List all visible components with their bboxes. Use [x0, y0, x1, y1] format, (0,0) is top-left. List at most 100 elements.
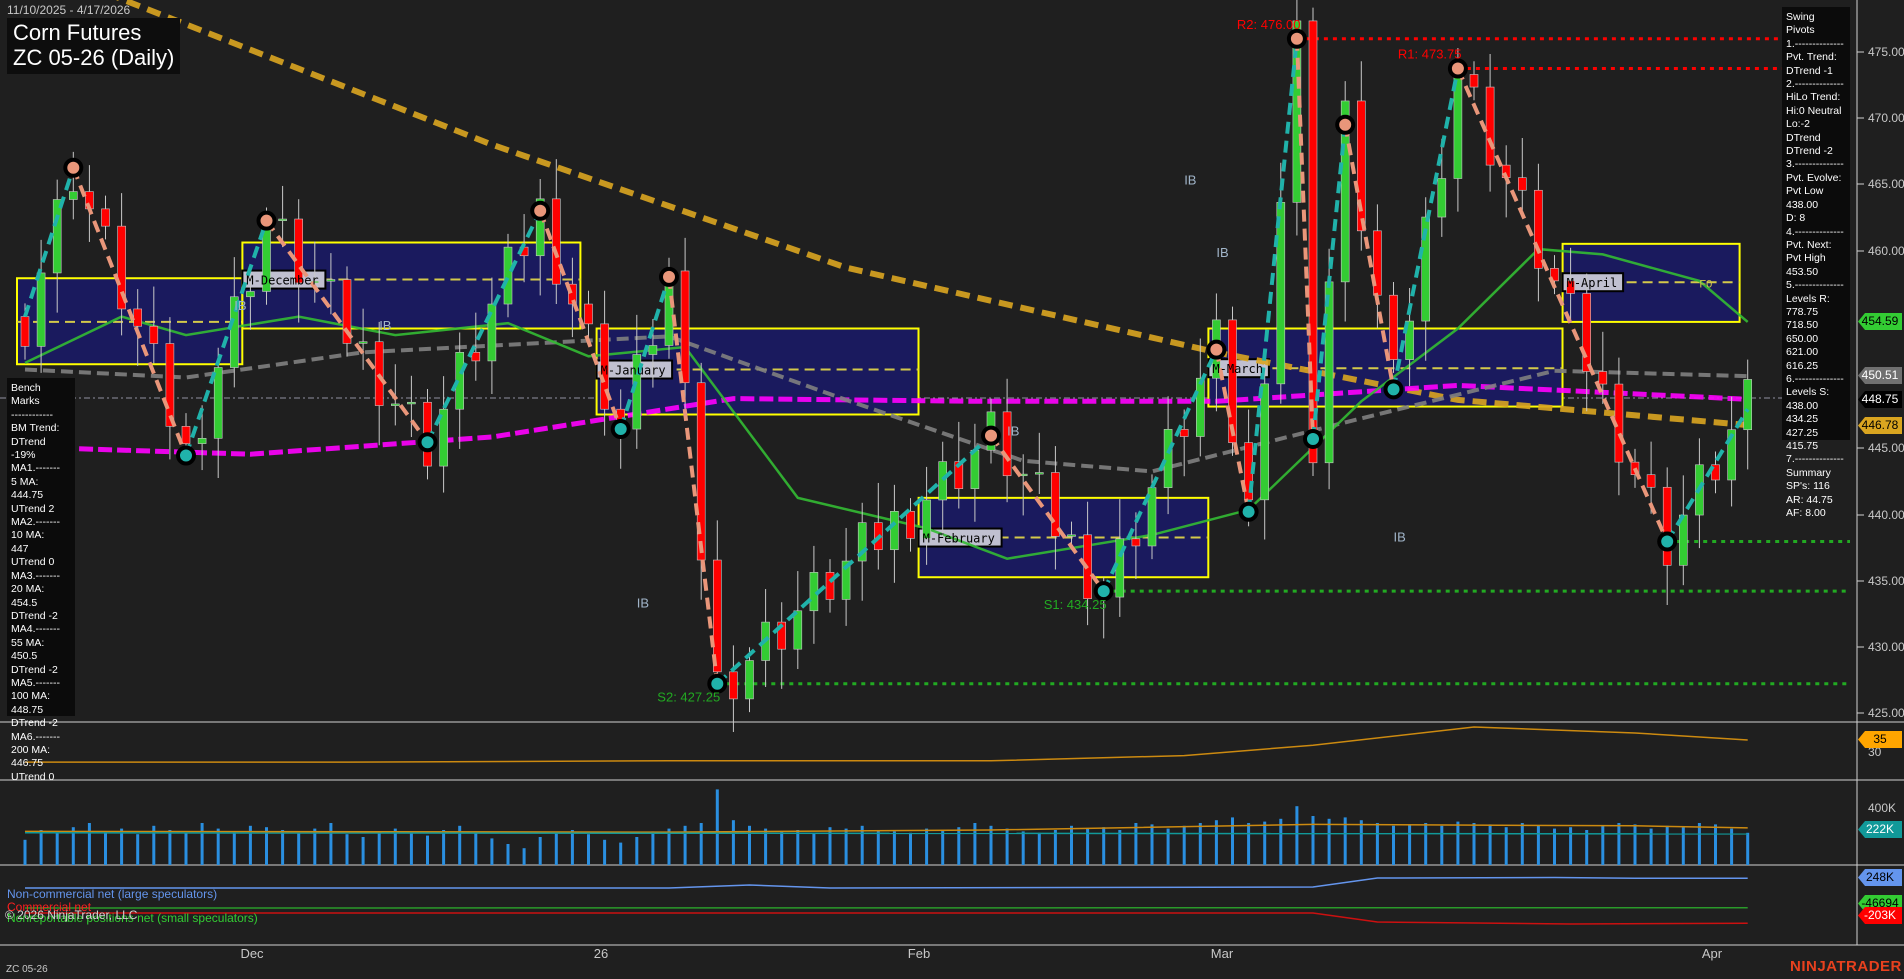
volume-bar	[1263, 821, 1267, 865]
candle-body	[149, 325, 159, 344]
x-tick-26: 26	[593, 946, 609, 961]
candle-body	[133, 308, 142, 327]
volume-bar	[909, 832, 912, 865]
ib-label: IB	[1184, 172, 1196, 187]
bench-mark-line: DTrend -2	[11, 609, 58, 622]
price-chart[interactable]: M-December M-January M-February M-March M-Ap…	[0, 0, 1904, 979]
bench-mark-line: 20 MA:	[11, 583, 45, 596]
tag-text: 35	[1873, 732, 1887, 746]
date-range: 11/10/2025 - 4/17/2026	[7, 3, 131, 17]
ib-label: IB	[1394, 530, 1406, 545]
candle-body	[1035, 472, 1044, 475]
commercial-line	[25, 912, 1748, 925]
candle-body	[1582, 293, 1591, 372]
bench-mark-line: 5 MA:	[11, 475, 39, 488]
swing-pivot-line: Levels R:	[1786, 292, 1830, 305]
candle-body	[890, 511, 899, 551]
volume-bar	[1746, 832, 1750, 865]
swing-pivot-line: 6.--------------	[1786, 372, 1844, 385]
swing-pivot-line: 438.00	[1786, 399, 1819, 412]
bench-mark-line: MA1.-------	[11, 462, 60, 475]
volume-bar	[136, 834, 140, 865]
noncommercial-line	[25, 876, 1748, 889]
bench-mark-line: MA2.-------	[11, 516, 60, 529]
volume-bar	[1440, 825, 1444, 865]
volume-bar	[426, 835, 429, 865]
candle-body	[69, 191, 78, 200]
swing-pivot-line: AR: 44.75	[1786, 493, 1833, 506]
swing-pivot-line: Pvt. Trend:	[1786, 51, 1837, 64]
candle-body	[278, 218, 287, 221]
tag-text: 450.51	[1861, 368, 1899, 382]
swing-pivot-line: 427.25	[1786, 426, 1819, 439]
swing-pivot-line: Pvt Low	[1786, 185, 1824, 198]
volume-bar	[313, 828, 317, 865]
swing-pivot-line: DTrend -2	[1786, 145, 1833, 158]
swing-pivot-line: 621.00	[1786, 346, 1819, 359]
volume-bar	[780, 831, 784, 865]
bench-mark-line: 450.5	[11, 650, 38, 663]
price-tick: 440.00	[1868, 508, 1904, 522]
swing-pivot-line: Levels S:	[1786, 386, 1830, 399]
bench-mark-line: 444.75	[11, 489, 44, 502]
volume-bar	[361, 837, 365, 865]
volume-bar	[1617, 823, 1621, 865]
volume-bar	[377, 831, 381, 865]
ma20-price-tag: 454.59	[1858, 313, 1902, 330]
ib-label: IB	[379, 318, 391, 333]
volume-bar	[796, 830, 800, 865]
x-tick-feb: Feb	[907, 946, 931, 961]
volume-bar	[1392, 825, 1395, 865]
volume-bar	[973, 823, 977, 865]
tag-text: 446.78	[1861, 418, 1899, 432]
ib-label: IB	[1216, 245, 1228, 260]
instrument-name: Corn Futures	[13, 20, 142, 45]
volume-bar	[232, 831, 236, 865]
noncommercial-tag: 248K	[1858, 869, 1902, 886]
candle-body	[1469, 74, 1479, 88]
price-tick: 475.00	[1868, 45, 1904, 59]
volume-bar	[87, 823, 91, 865]
volume-bar	[764, 828, 768, 865]
candle-body	[906, 511, 915, 539]
candle-body	[1662, 486, 1672, 566]
volume-bar	[876, 830, 880, 865]
volume-bar	[1569, 827, 1573, 865]
swing-high-marker	[530, 200, 551, 221]
bench-mark-line: 10 MA:	[11, 529, 45, 542]
candle-body	[793, 610, 803, 650]
candle-body	[1389, 294, 1398, 360]
swing-low-marker	[1238, 501, 1259, 522]
candle-body	[1534, 189, 1543, 269]
volume-bar	[1681, 827, 1685, 865]
candle-body	[1260, 383, 1269, 501]
bench-mark-line: ------------	[11, 408, 53, 421]
candle-body	[471, 352, 481, 362]
swing-high-marker	[256, 210, 277, 231]
volume-bar	[1472, 823, 1476, 865]
candle-body	[551, 198, 561, 285]
pivot-level-label: R1: 473.75	[1398, 47, 1462, 62]
copyright: © 2026 NinjaTrader, LLC	[5, 908, 138, 922]
candle-body	[584, 303, 593, 325]
volume-bar	[699, 823, 703, 865]
volume-bar	[1118, 830, 1122, 865]
volume-bar	[55, 832, 59, 865]
candle-body	[197, 438, 207, 444]
candle-body	[1437, 178, 1447, 218]
month-box-label: M-April	[1567, 276, 1618, 290]
swing-pivots-panel: Swing Pivots 1.-------------- Pvt. Trend: D…	[1782, 7, 1850, 519]
swing-pivot-line: DTrend -1	[1786, 64, 1833, 77]
ma200-price-tag: 446.78	[1858, 417, 1902, 434]
tag-text: 222K	[1865, 822, 1895, 836]
swing-pivot-line: AF: 8.00	[1786, 507, 1826, 520]
swing-pivot-line: Hi:0 Neutral	[1786, 104, 1842, 117]
bench-marks-panel: Bench Marks ------------ BM Trend: DTrend -…	[7, 378, 75, 783]
volume-bar	[1311, 816, 1315, 865]
candle-body	[1357, 100, 1366, 232]
volume-bar	[1697, 823, 1701, 865]
volume-bar	[587, 834, 590, 865]
volume-bar	[281, 830, 285, 865]
candle-body	[1002, 411, 1012, 477]
volume-bar	[1504, 827, 1508, 865]
